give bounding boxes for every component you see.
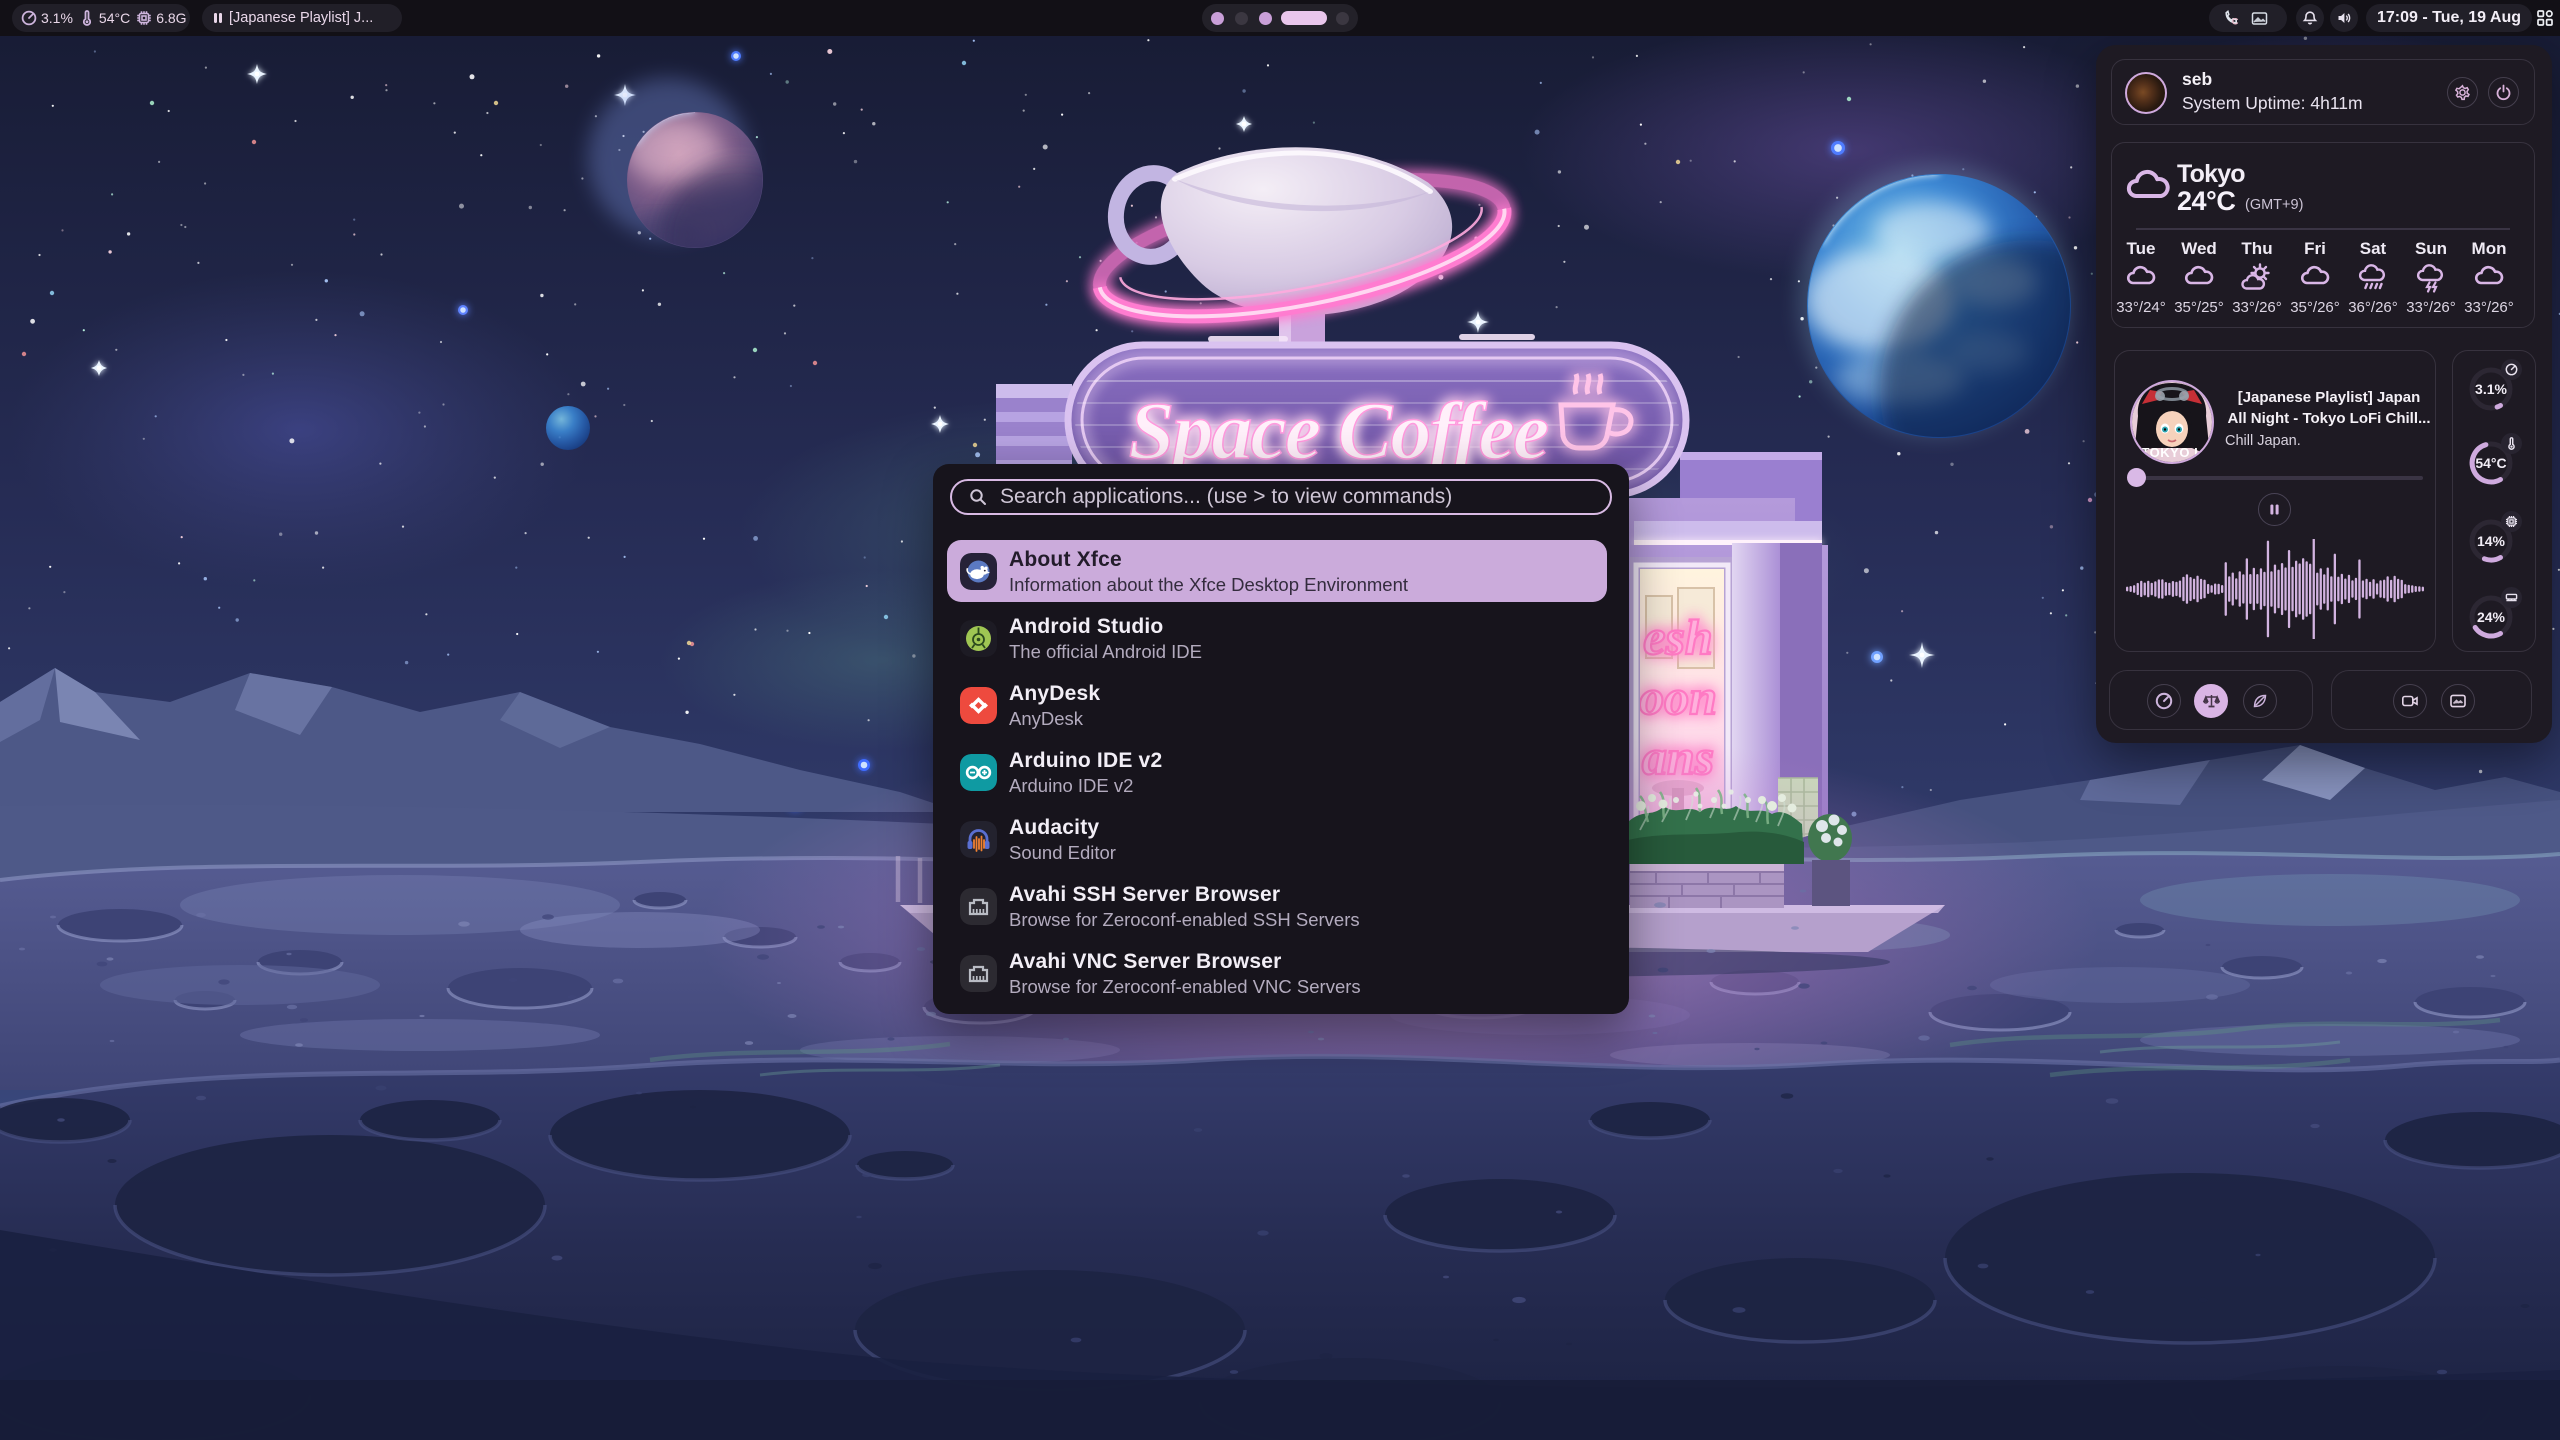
- svg-text:Space Coffee: Space Coffee: [1129, 385, 1548, 476]
- svg-text:C: C: [2232, 17, 2239, 27]
- svg-text:TOKYO L: TOKYO L: [2141, 445, 2202, 460]
- svg-text:esh: esh: [1643, 609, 1712, 665]
- svg-text:oon: oon: [1639, 669, 1717, 725]
